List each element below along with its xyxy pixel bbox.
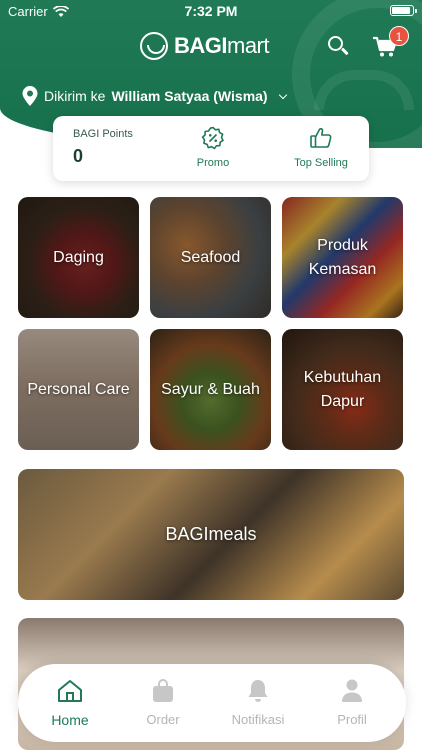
category-tile-produk-kemasan[interactable]: Produk Kemasan	[282, 197, 403, 318]
search-button[interactable]	[326, 34, 350, 58]
bagimeals-banner[interactable]: BAGImeals	[18, 469, 404, 600]
delivery-address-selector[interactable]: Dikirim ke William Satyaa (Wisma)	[22, 86, 287, 106]
logo-bold: BAGI	[174, 33, 228, 58]
app-logo: BAGImart	[140, 32, 270, 60]
nav-label: Order	[146, 712, 180, 727]
category-label: Produk Kemasan	[308, 236, 377, 278]
category-label: Sayur & Buah	[161, 380, 260, 398]
nav-home[interactable]: Home	[30, 678, 110, 728]
status-bar: Carrier 7:32 PM	[0, 0, 422, 22]
bell-icon	[248, 680, 268, 702]
nav-notifikasi[interactable]: Notifikasi	[218, 678, 298, 727]
category-tile-seafood[interactable]: Seafood	[150, 197, 271, 318]
promo-icon	[201, 126, 224, 150]
points-value: 0	[73, 146, 84, 166]
bag-icon	[153, 679, 173, 702]
category-tile-daging[interactable]: Daging	[18, 197, 139, 318]
thumbs-up-icon	[310, 127, 332, 148]
top-selling-label: Top Selling	[294, 157, 348, 169]
category-label: Personal Care	[27, 380, 130, 398]
category-label: Daging	[53, 248, 104, 266]
nav-label: Home	[51, 712, 89, 728]
top-selling-button[interactable]: Top Selling	[286, 126, 356, 169]
location-pin-icon	[22, 86, 38, 106]
nav-label: Profil	[337, 712, 367, 727]
category-label: Kebutuhan Dapur	[303, 368, 382, 410]
chevron-down-icon	[278, 90, 287, 99]
logo-mark-icon	[140, 32, 168, 60]
nav-label: Notifikasi	[231, 712, 285, 727]
logo-wordmark: BAGImart	[174, 33, 270, 59]
home-icon	[58, 680, 82, 702]
cart-button[interactable]: 1	[372, 26, 409, 60]
nav-profil[interactable]: Profil	[312, 678, 392, 727]
banner-label: BAGImeals	[165, 524, 257, 544]
category-label: Seafood	[180, 248, 241, 266]
status-time: 7:32 PM	[184, 3, 238, 19]
delivery-recipient: William Satyaa (Wisma)	[111, 88, 268, 104]
battery-icon	[390, 5, 417, 16]
category-tile-sayur-buah[interactable]: Sayur & Buah	[150, 329, 271, 450]
category-tile-kebutuhan-dapur[interactable]: Kebutuhan Dapur	[282, 329, 403, 450]
points-card: BAGI Points 0 Promo Top Selling	[53, 116, 369, 181]
delivery-prefix: Dikirim ke	[44, 88, 106, 104]
promo-button[interactable]: Promo	[178, 126, 248, 169]
logo-thin: mart	[227, 33, 270, 58]
points-label: BAGI Points	[73, 128, 133, 140]
user-icon	[342, 679, 362, 702]
promo-label: Promo	[196, 157, 230, 169]
bottom-navigation: Home Order Notifikasi Profil	[18, 664, 406, 742]
category-tile-personal-care[interactable]: Personal Care	[18, 329, 139, 450]
nav-order[interactable]: Order	[123, 678, 203, 727]
cart-count-badge: 1	[389, 26, 409, 46]
